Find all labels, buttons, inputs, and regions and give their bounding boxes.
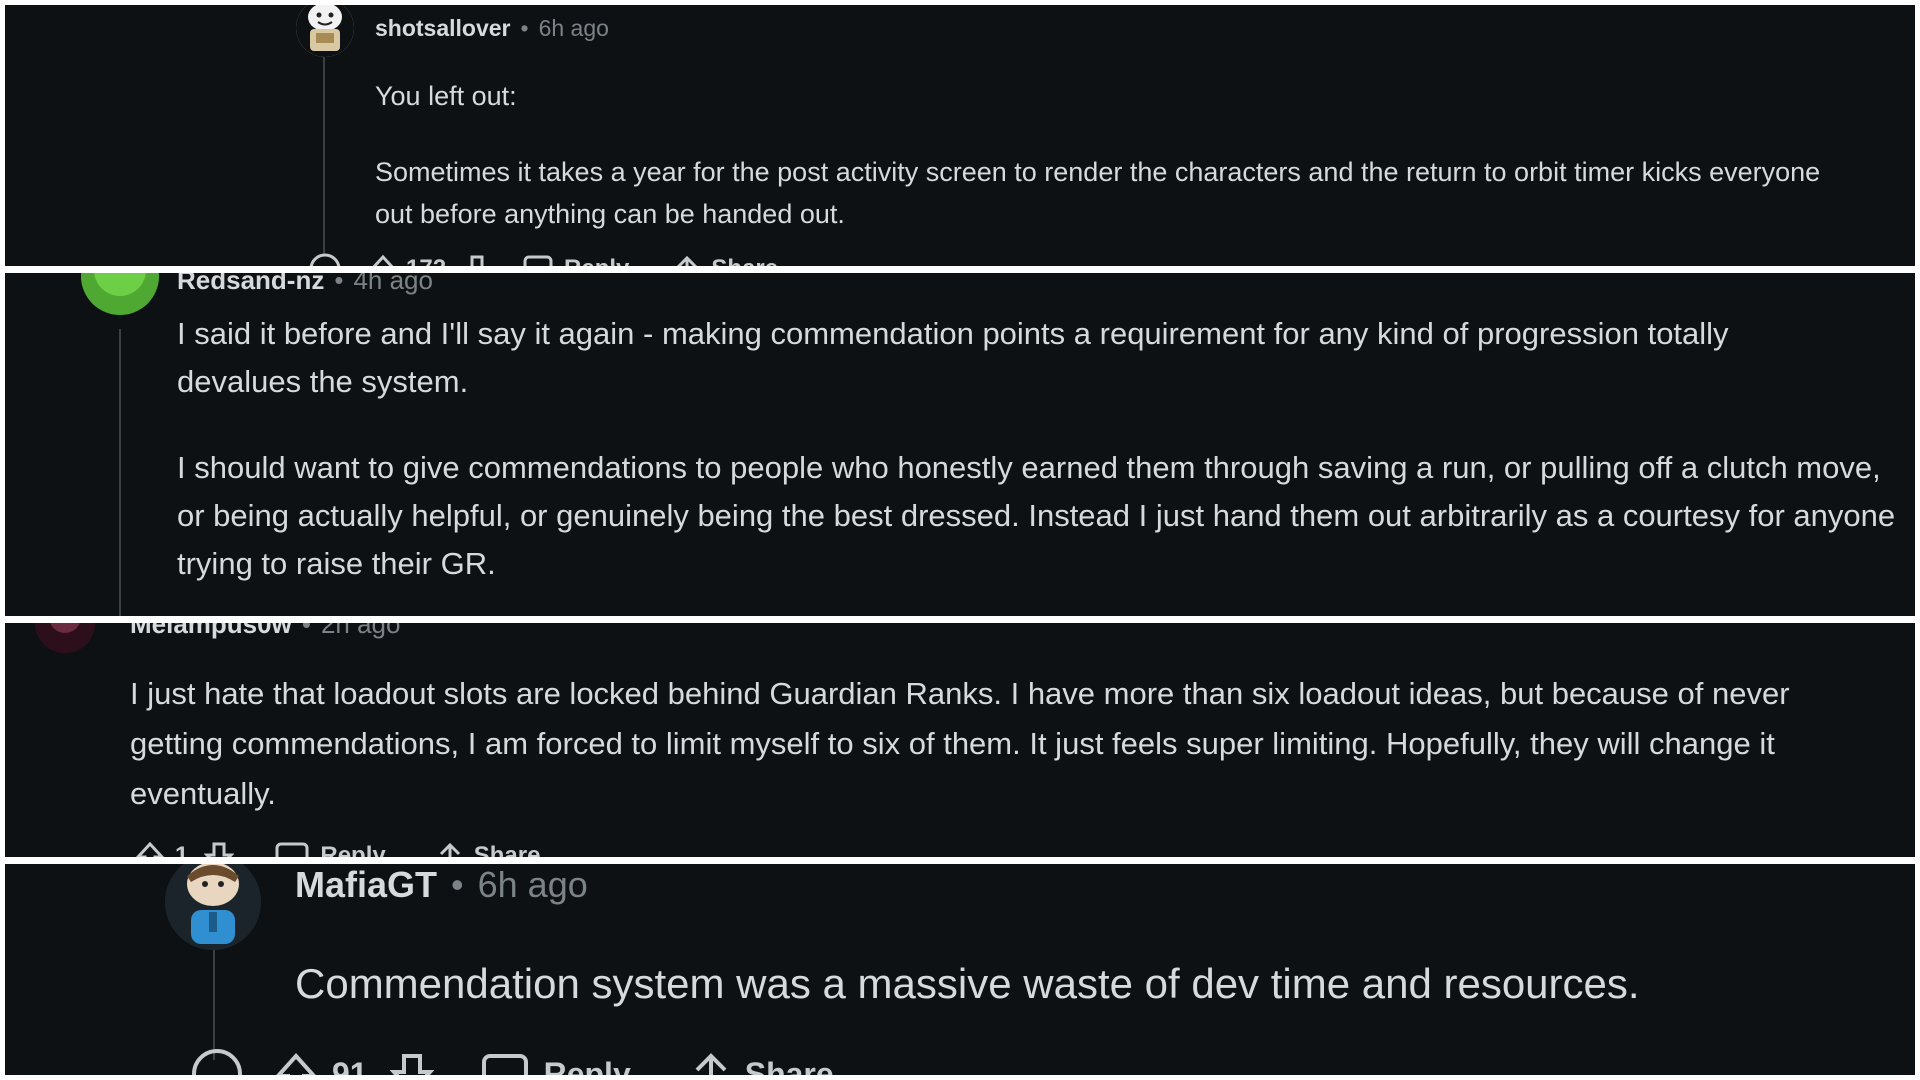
share-icon xyxy=(695,1053,727,1075)
downvote-icon xyxy=(204,842,235,857)
downvote-icon xyxy=(470,255,484,266)
comment-author[interactable]: shotsallover xyxy=(375,15,511,42)
reply-button[interactable]: Reply xyxy=(522,254,629,266)
share-label: Share xyxy=(711,255,778,266)
comment-meta: Melampus0w • 2h ago xyxy=(130,623,400,640)
upvote-icon xyxy=(276,1053,316,1075)
avatar-image xyxy=(296,5,354,57)
comment-body: You left out: Sometimes it takes a year … xyxy=(375,75,1835,235)
comment-meta: Redsand-nz • 4h ago xyxy=(177,273,433,296)
share-label: Share xyxy=(473,842,541,857)
meta-separator: • xyxy=(334,273,344,295)
reply-label: Reply xyxy=(543,1055,631,1076)
comment-timestamp[interactable]: 6h ago xyxy=(478,864,588,906)
comment-panel-3: Melampus0w • 2h ago I just hate that loa… xyxy=(5,623,1915,857)
comment-body: I said it before and I'll say it again -… xyxy=(177,310,1897,588)
collapse-thread-button[interactable] xyxy=(308,252,342,266)
comment-author[interactable]: Redsand-nz xyxy=(177,273,324,296)
upvote-button[interactable] xyxy=(274,1052,318,1075)
avatar[interactable] xyxy=(165,864,261,950)
comment-timestamp[interactable]: 2h ago xyxy=(321,623,401,640)
share-button[interactable]: Share xyxy=(436,841,541,857)
comment-actions: 172 Reply Share xyxy=(308,252,778,266)
comment-author[interactable]: Melampus0w xyxy=(130,623,292,640)
upvote-button[interactable] xyxy=(135,841,165,857)
share-icon xyxy=(439,842,460,857)
comment-paragraph: Commendation system was a massive waste … xyxy=(295,960,1640,1007)
vote-count: 1 xyxy=(175,842,189,857)
comment-panel-1: shotsallover • 6h ago You left out: Some… xyxy=(5,5,1915,266)
comment-paragraph: You left out: xyxy=(375,81,517,111)
comment-actions: 91 Reply Share xyxy=(190,1047,834,1075)
upvote-button[interactable] xyxy=(368,254,398,266)
comment-body: Commendation system was a massive waste … xyxy=(295,954,1895,1014)
avatar-image xyxy=(165,864,261,950)
downvote-icon xyxy=(389,1054,434,1075)
avatar[interactable] xyxy=(35,623,95,653)
comment-author[interactable]: MafiaGT xyxy=(295,864,437,906)
share-button[interactable]: Share xyxy=(673,254,778,266)
share-icon xyxy=(677,255,698,266)
comment-actions: 1 Reply Share xyxy=(135,841,540,857)
circle-minus-icon xyxy=(309,253,341,266)
reply-button[interactable]: Reply xyxy=(274,841,386,857)
avatar-image xyxy=(35,623,95,653)
avatar[interactable] xyxy=(296,5,354,57)
comment-paragraph: I just hate that loadout slots are locke… xyxy=(130,676,1790,811)
comment-timestamp[interactable]: 4h ago xyxy=(353,273,433,296)
thread-line[interactable] xyxy=(323,55,325,255)
reply-button[interactable]: Reply xyxy=(480,1052,631,1075)
meta-separator: • xyxy=(520,15,529,41)
comment-meta: shotsallover • 6h ago xyxy=(375,15,609,42)
share-button[interactable]: Share xyxy=(691,1052,834,1075)
vote-count: 91 xyxy=(332,1055,368,1076)
downvote-button[interactable] xyxy=(204,841,235,857)
comment-paragraph: I should want to give commendations to p… xyxy=(177,450,1896,581)
circle-minus-icon xyxy=(192,1049,242,1075)
downvote-button[interactable] xyxy=(389,1052,434,1075)
collapse-thread-button[interactable] xyxy=(190,1047,244,1075)
meta-separator: • xyxy=(451,864,464,905)
comment-meta: MafiaGT • 6h ago xyxy=(295,864,588,906)
comment-paragraph: Sometimes it takes a year for the post a… xyxy=(375,157,1821,229)
upvote-icon xyxy=(372,254,394,266)
comment-bubble-icon xyxy=(523,255,553,266)
comment-bubble-icon xyxy=(275,842,309,857)
reply-label: Reply xyxy=(320,842,386,857)
share-label: Share xyxy=(744,1055,834,1076)
upvote-icon xyxy=(135,841,165,857)
reply-label: Reply xyxy=(564,255,629,266)
comment-bubble-icon xyxy=(481,1054,528,1075)
avatar-image xyxy=(81,273,159,315)
meta-separator: • xyxy=(301,623,311,639)
vote-count: 172 xyxy=(406,255,446,266)
thread-line[interactable] xyxy=(213,950,215,1060)
comment-panel-2: Redsand-nz • 4h ago I said it before and… xyxy=(5,273,1915,616)
comment-body: I just hate that loadout slots are locke… xyxy=(130,669,1890,819)
downvote-button[interactable] xyxy=(462,254,492,266)
thread-line[interactable] xyxy=(119,329,121,616)
comment-paragraph: I said it before and I'll say it again -… xyxy=(177,316,1729,399)
comment-timestamp[interactable]: 6h ago xyxy=(539,15,609,42)
avatar[interactable] xyxy=(81,273,159,315)
comment-panel-4: MafiaGT • 6h ago Commendation system was… xyxy=(5,864,1915,1075)
